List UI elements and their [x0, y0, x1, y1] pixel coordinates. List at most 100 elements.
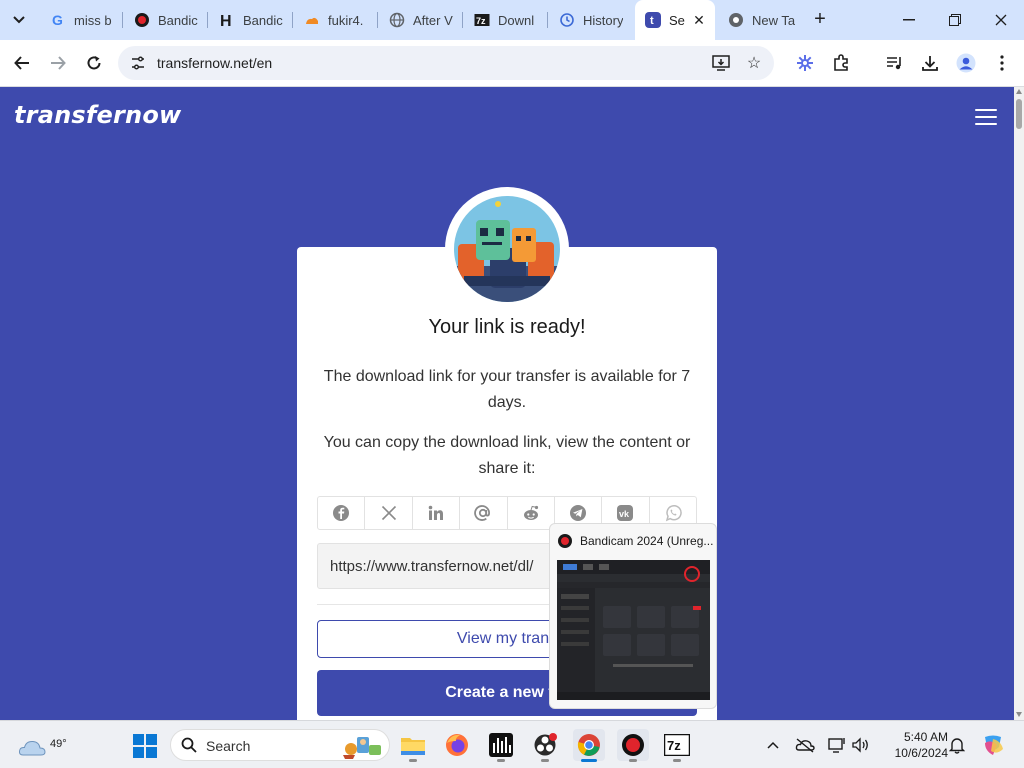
profile-avatar-icon[interactable] — [955, 52, 977, 74]
more-menu-icon[interactable] — [991, 52, 1013, 74]
close-icon — [995, 14, 1007, 26]
x-icon[interactable] — [365, 497, 413, 529]
tab-new[interactable]: New Ta — [718, 0, 802, 40]
tab-divider — [377, 12, 378, 28]
email-icon[interactable] — [460, 497, 508, 529]
tab-fukir[interactable]: fukir4. — [294, 0, 376, 40]
site-info-icon[interactable] — [130, 55, 146, 71]
install-app-icon[interactable] — [712, 54, 730, 72]
url-text: transfernow.net/en — [157, 55, 273, 71]
arrow-right-icon — [51, 56, 66, 70]
globe-icon — [389, 12, 405, 28]
tab-label: New Ta — [752, 12, 796, 28]
audio-app-taskbar-button[interactable] — [485, 729, 517, 762]
notification-bell-icon[interactable] — [947, 735, 967, 755]
close-tab-icon[interactable]: ✕ — [691, 12, 707, 28]
taskbar-window-preview[interactable]: Bandicam 2024 (Unreg... — [549, 523, 717, 709]
bandicam-icon — [622, 734, 644, 756]
illustration-avatar — [445, 187, 569, 311]
bandicam-icon — [558, 534, 572, 548]
minimize-button[interactable] — [886, 0, 932, 40]
copilot-icon[interactable] — [981, 733, 1005, 757]
bandicam-icon — [134, 12, 150, 28]
chrome-icon — [577, 734, 600, 756]
tab-divider — [462, 12, 463, 28]
media-control-icon[interactable] — [883, 52, 905, 74]
7zip-taskbar-button[interactable]: 7z — [661, 729, 693, 762]
temperature: 49° — [50, 738, 67, 750]
close-window-button[interactable] — [978, 0, 1024, 40]
clock-date: 10/6/2024 — [894, 746, 948, 760]
download-icon[interactable] — [919, 52, 941, 74]
restore-icon — [949, 14, 961, 26]
page-scrollbar[interactable] — [1014, 87, 1024, 720]
search-icon — [181, 737, 197, 753]
reddit-icon[interactable] — [508, 497, 555, 529]
google-icon: G — [50, 12, 66, 28]
extensions-icon[interactable] — [830, 52, 852, 74]
windows-taskbar: 49° Search 7z 5:40 AM 10/6/2024 — [0, 720, 1024, 768]
h-logo-icon: H — [219, 12, 235, 28]
taskbar-search[interactable]: Search — [170, 729, 390, 761]
back-button[interactable] — [8, 49, 36, 77]
scroll-up-arrow-icon[interactable] — [1016, 89, 1022, 94]
forward-button[interactable] — [44, 49, 72, 77]
tab-strip: G miss b Bandic H Bandic fukir4. After V… — [0, 0, 1024, 40]
tray-overflow-chevron-icon[interactable] — [763, 735, 783, 755]
tab-divider — [547, 12, 548, 28]
chrome-icon — [728, 12, 744, 28]
tab-label: History — [583, 12, 624, 28]
file-explorer-taskbar-button[interactable] — [397, 729, 429, 762]
7zip-icon: 7z — [664, 734, 690, 756]
chrome-taskbar-button[interactable] — [573, 729, 605, 762]
audio-bars-icon — [489, 733, 513, 757]
download-link-text: https://www.transfernow.net/dl/ — [330, 558, 534, 575]
share-instructions-text: You can copy the download link, view the… — [323, 434, 691, 477]
obs-taskbar-button[interactable] — [529, 729, 561, 762]
restore-button[interactable] — [932, 0, 978, 40]
tab-history[interactable]: History — [549, 0, 633, 40]
system-clock[interactable]: 5:40 AM 10/6/2024 — [876, 729, 948, 761]
tab-divider — [207, 12, 208, 28]
extension-puzzle-color-icon[interactable] — [794, 52, 816, 74]
tab-label: fukir4. — [328, 12, 364, 28]
onedrive-offline-icon[interactable] — [795, 735, 815, 755]
svg-text:t: t — [650, 15, 654, 27]
linkedin-icon[interactable] — [413, 497, 461, 529]
address-bar[interactable]: transfernow.net/en ☆ — [118, 46, 774, 80]
new-tab-button[interactable]: + — [808, 8, 832, 32]
tab-download[interactable]: 7z Downl — [464, 0, 546, 40]
reload-button[interactable] — [80, 49, 108, 77]
weather-widget[interactable]: 49° — [18, 729, 67, 761]
bandicam-taskbar-button[interactable] — [617, 729, 649, 762]
scroll-thumb[interactable] — [1016, 99, 1022, 129]
history-icon — [559, 12, 575, 28]
firefox-taskbar-button[interactable] — [441, 729, 473, 761]
firefox-icon — [446, 734, 468, 756]
tab-google[interactable]: G miss b — [40, 0, 120, 40]
tab-label: miss b — [74, 12, 112, 28]
7zip-icon: 7z — [474, 12, 490, 28]
hamburger-menu-icon[interactable] — [975, 109, 997, 127]
network-monitor-icon[interactable] — [827, 735, 847, 755]
volume-icon[interactable] — [851, 735, 871, 755]
facebook-icon[interactable] — [318, 497, 366, 529]
tab-bandicam-1[interactable]: Bandic — [124, 0, 206, 40]
tab-label: After V — [413, 12, 453, 28]
start-button[interactable] — [133, 734, 157, 758]
scroll-down-arrow-icon[interactable] — [1016, 712, 1022, 717]
svg-text:vk: vk — [619, 509, 630, 519]
bookmark-star-icon[interactable]: ☆ — [745, 54, 763, 72]
tab-bandicam-2[interactable]: H Bandic — [209, 0, 291, 40]
bandicam-window-thumbnail[interactable] — [557, 560, 710, 700]
characters-illustration — [454, 196, 560, 302]
tab-divider — [122, 12, 123, 28]
svg-text:G: G — [52, 12, 63, 28]
preview-title: Bandicam 2024 (Unreg... — [580, 534, 714, 548]
folder-icon — [401, 738, 425, 755]
tab-search-button[interactable] — [7, 8, 31, 32]
transfernow-logo[interactable]: transfernow — [14, 101, 181, 129]
tab-transfernow[interactable]: t Se ✕ — [635, 0, 715, 40]
tab-after[interactable]: After V — [379, 0, 461, 40]
reload-icon — [87, 56, 101, 70]
